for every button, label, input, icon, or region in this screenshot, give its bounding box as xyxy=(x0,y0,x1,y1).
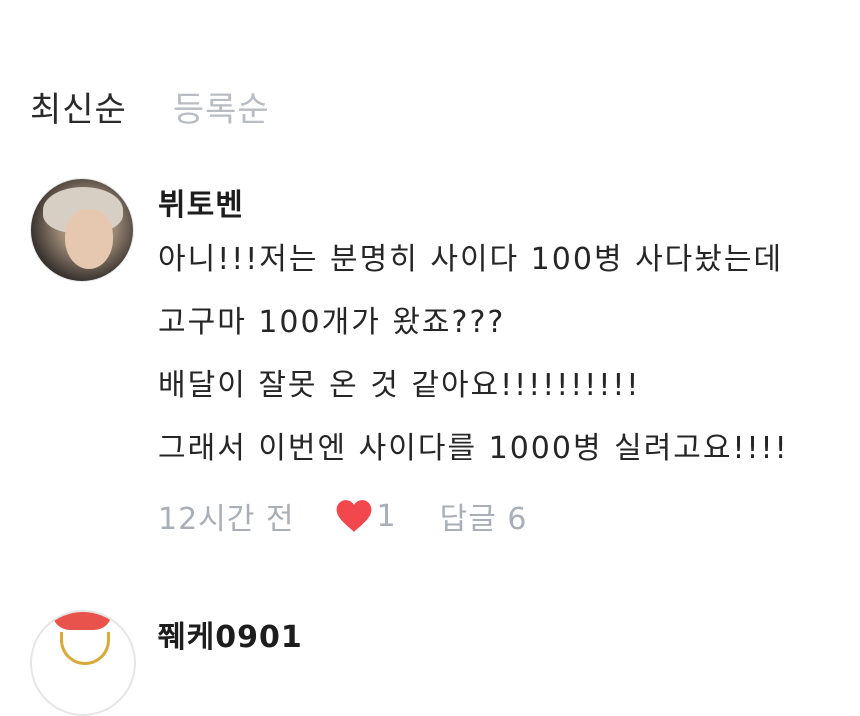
comment-line: 그래서 이번엔 사이다를 1000병 실려고요!!!! xyxy=(158,431,789,466)
comment-author[interactable]: 뷔토벤 xyxy=(158,180,838,224)
comment-meta: 12시간 전 1 답글 6 xyxy=(158,494,838,538)
sort-tab-registered[interactable]: 등록순 xyxy=(173,82,270,131)
comment-text: 아니!!!저는 분명히 사이다 100병 사다놨는데 고구마 100개가 왔죠?… xyxy=(158,240,838,492)
comment-time: 12시간 전 xyxy=(158,502,295,537)
sort-tab-latest[interactable]: 최신순 xyxy=(30,82,127,131)
laurel-icon xyxy=(60,632,110,665)
avatar[interactable] xyxy=(30,610,136,716)
like-button[interactable]: 1 xyxy=(335,498,396,534)
avatar-cap xyxy=(52,612,112,630)
comment-body: 쮀케0901 xyxy=(158,610,838,656)
reply-button[interactable]: 답글 6 xyxy=(440,494,528,538)
heart-icon xyxy=(336,500,371,532)
comment-body: 뷔토벤 아니!!!저는 분명히 사이다 100병 사다놨는데 고구마 100개가… xyxy=(158,178,838,538)
avatar-face xyxy=(65,209,113,269)
like-count: 1 xyxy=(376,498,396,534)
sort-tabs: 최신순 등록순 xyxy=(30,82,270,131)
comment-author[interactable]: 쮀케0901 xyxy=(158,612,838,656)
comment-line: 배달이 잘못 온 것 같아요!!!!!!!!!! xyxy=(158,368,641,403)
comment-line: 고구마 100개가 왔죠??? xyxy=(158,305,506,340)
comment-line: 아니!!!저는 분명히 사이다 100병 사다놨는데 xyxy=(158,242,784,277)
avatar[interactable] xyxy=(30,178,134,282)
